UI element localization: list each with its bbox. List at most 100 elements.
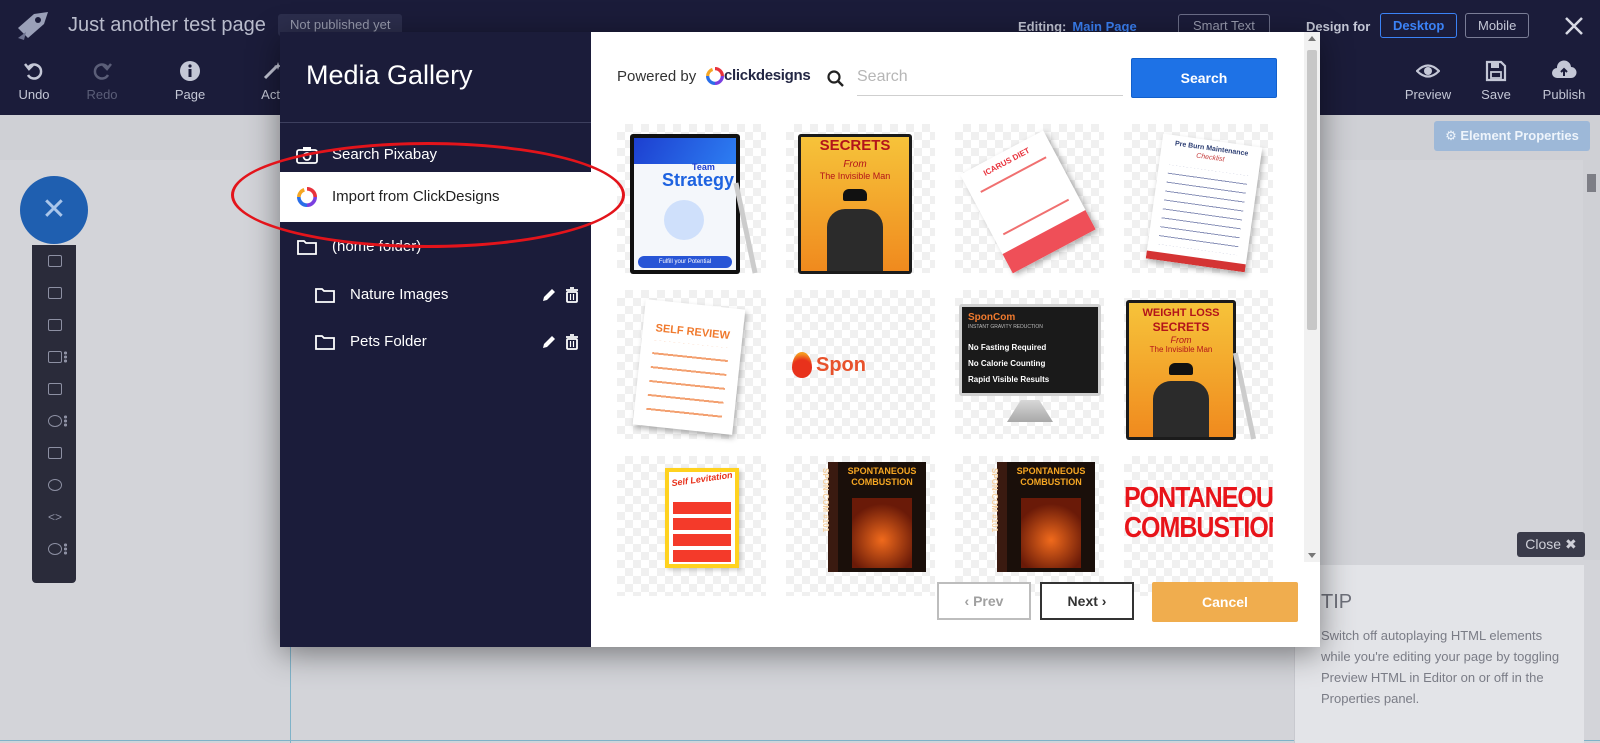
cover-text: The Invisible Man: [1149, 345, 1213, 354]
media-thumbnail[interactable]: Pre Burn Maintenance Checklist: [1124, 124, 1273, 273]
publish-button[interactable]: Publish: [1534, 60, 1594, 102]
book-spine: SPON-COM #101: [990, 468, 999, 533]
folder-icon: [315, 335, 335, 350]
page-title[interactable]: Just another test page: [68, 14, 266, 37]
close-editor-icon[interactable]: [1560, 12, 1588, 40]
pencil-icon[interactable]: [541, 334, 557, 350]
media-thumbnail[interactable]: SPONTANEOUS COMBUSTION SPON-COM #101: [955, 456, 1104, 596]
close-elements-fab[interactable]: ✕: [20, 176, 88, 244]
cover-text: COMBUSTION: [851, 477, 913, 487]
list-icon[interactable]: [48, 447, 62, 459]
timer-icon[interactable]: [48, 479, 62, 491]
page-label: Page: [174, 87, 206, 102]
puzzle-icon[interactable]: [48, 255, 62, 267]
cover-text: Self Levitation: [670, 469, 734, 489]
redo-button[interactable]: Redo: [72, 60, 132, 102]
invisible-man-cover: SECRETS From The Invisible Man: [801, 137, 909, 271]
trash-icon[interactable]: [564, 287, 580, 303]
weight-loss-cover: WEIGHT LOSS SECRETS From The Invisible M…: [1129, 303, 1233, 437]
scroll-down-arrow-icon[interactable]: [1308, 553, 1316, 558]
media-thumbnail[interactable]: ICARUS DIET: [955, 124, 1104, 274]
media-thumbnail[interactable]: SponCom INSTANT GRAVITY REDUCTION No Fas…: [955, 290, 1104, 439]
gallery-main: Powered by clickdesigns Search Team Stra…: [591, 32, 1320, 647]
media-thumbnail[interactable]: PONTANEOUS COMBUSTION: [1124, 456, 1273, 596]
review-rows: [645, 340, 730, 424]
cover-wave: [634, 138, 736, 164]
pencil-icon[interactable]: [541, 287, 557, 303]
minus-circle-icon[interactable]: [48, 543, 62, 555]
save-button[interactable]: Save: [1466, 60, 1526, 102]
cover-text: SPONTANEOUS: [1016, 466, 1086, 476]
search-input[interactable]: [857, 58, 1123, 96]
tip-close-button[interactable]: Close ✖: [1517, 532, 1585, 557]
video-icon[interactable]: [48, 415, 62, 427]
sidebar-item-home-folder[interactable]: (home folder): [280, 224, 591, 270]
suit-illustration: [1153, 381, 1209, 437]
trash-icon[interactable]: [564, 334, 580, 350]
desktop-button[interactable]: Desktop: [1380, 13, 1458, 38]
sidebar-item-nature-images[interactable]: Nature Images: [280, 272, 591, 318]
info-icon: [180, 61, 200, 81]
hat-illustration: [1169, 363, 1193, 375]
publish-label: Publish: [1542, 87, 1586, 102]
more-dots-icon[interactable]: [64, 415, 67, 427]
more-dots-icon[interactable]: [64, 351, 67, 363]
search-icon: [827, 70, 844, 87]
sidebar-item-import-clickdesigns[interactable]: Import from ClickDesigns: [280, 172, 591, 222]
media-thumbnail[interactable]: SELF REVIEW: [617, 290, 766, 439]
canvas-scrollbar-thumb[interactable]: [1587, 174, 1596, 192]
cover-text: SECRETS: [819, 137, 891, 154]
book-cover: SPONTANEOUS COMBUSTION: [838, 462, 926, 572]
gallery-scrollbar[interactable]: [1304, 32, 1320, 562]
search-button[interactable]: Search: [1131, 58, 1277, 98]
mobile-button[interactable]: Mobile: [1465, 13, 1530, 38]
folder-icon: [297, 240, 317, 255]
checkbox-icon[interactable]: [48, 351, 62, 363]
text-icon[interactable]: [48, 287, 62, 299]
page-button[interactable]: Page: [160, 60, 220, 102]
media-thumbnail[interactable]: Team Strategy Fulfill your Potential: [617, 124, 766, 274]
sidebar-item-label: Pets Folder: [350, 333, 427, 350]
cancel-button[interactable]: Cancel: [1152, 582, 1298, 622]
figure-illustration: [664, 200, 704, 240]
media-thumbnail[interactable]: SPONTANEOUS COMBUSTION SPON-COM #101: [786, 456, 935, 596]
sidebar-item-pets-folder[interactable]: Pets Folder: [280, 319, 591, 365]
levitation-bars: [673, 502, 731, 564]
cover-text: SECRETS: [1152, 320, 1210, 334]
image-icon[interactable]: [48, 319, 62, 331]
gallery-scrollbar-thumb[interactable]: [1307, 50, 1317, 330]
media-thumbnail[interactable]: SECRETS From The Invisible Man: [786, 124, 935, 274]
save-label: Save: [1481, 87, 1511, 102]
cover-text: COMBUSTION: [1020, 477, 1082, 487]
block-icon[interactable]: [48, 383, 62, 395]
rocket-logo-icon[interactable]: [14, 8, 54, 44]
element-properties-button[interactable]: ⚙ Element Properties: [1434, 121, 1590, 151]
redo-icon: [93, 63, 112, 80]
scroll-up-arrow-icon[interactable]: [1308, 36, 1316, 41]
self-review-sheet: SELF REVIEW: [632, 299, 746, 435]
undo-label: Undo: [18, 87, 50, 102]
book-cover: SPONTANEOUS COMBUSTION: [1007, 462, 1095, 572]
sidebar-item-label: Search Pixabay: [332, 146, 438, 163]
tip-text: Switch off autoplaying HTML elements whi…: [1321, 628, 1560, 706]
cover-text: Rapid Visible Results: [968, 375, 1050, 384]
code-icon[interactable]: <>: [48, 511, 62, 523]
hat-illustration: [843, 189, 867, 201]
media-thumbnail[interactable]: Self Levitation: [617, 456, 766, 596]
canvas-scrollbar[interactable]: [1583, 160, 1600, 560]
cover-text: Strategy: [662, 170, 735, 190]
cover-text: SponCom: [968, 312, 1016, 323]
clickdesigns-logo-icon: [297, 187, 317, 207]
prev-button[interactable]: ‹ Prev: [937, 582, 1031, 620]
cover-text: SPONTANEOUS: [847, 466, 917, 476]
preview-button[interactable]: Preview: [1398, 60, 1458, 102]
tablet-frame: SECRETS From The Invisible Man: [798, 134, 912, 274]
sidebar-item-label: (home folder): [332, 238, 422, 255]
element-toolbar: <>: [32, 245, 76, 583]
media-thumbnail[interactable]: Spon: [786, 290, 935, 439]
undo-button[interactable]: Undo: [4, 60, 64, 102]
media-thumbnail[interactable]: WEIGHT LOSS SECRETS From The Invisible M…: [1124, 290, 1273, 440]
more-dots-icon[interactable]: [64, 543, 67, 555]
next-button[interactable]: Next ›: [1040, 582, 1134, 620]
folder-icon: [315, 288, 335, 303]
